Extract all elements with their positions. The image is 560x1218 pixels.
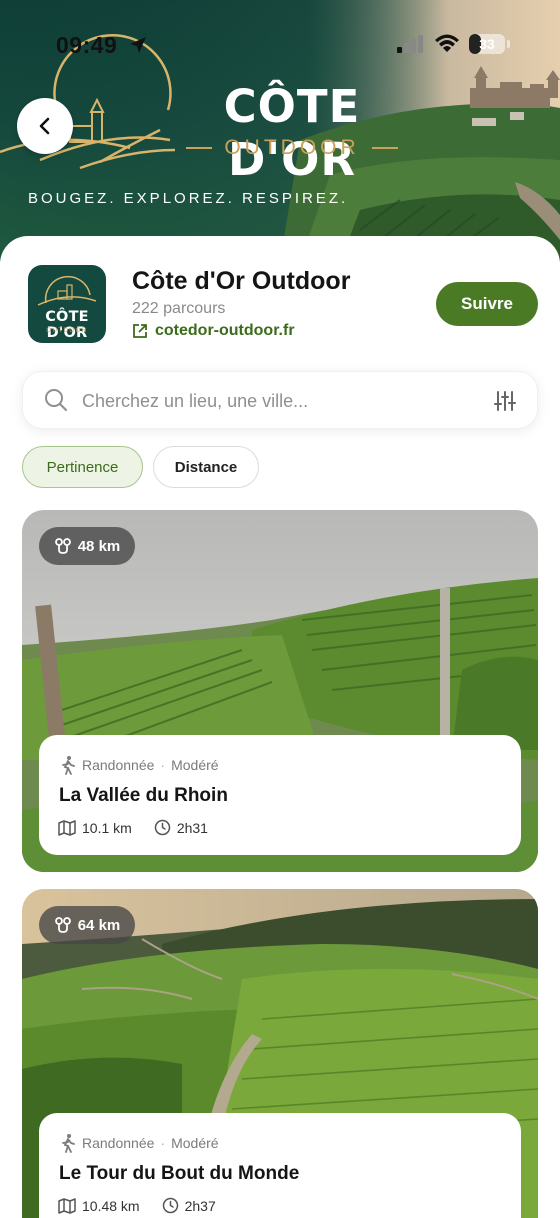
map-icon	[58, 1197, 76, 1214]
distance-badge-value: 64 km	[77, 916, 121, 934]
route-icon	[54, 538, 71, 554]
follow-button[interactable]: Suivre	[436, 282, 538, 326]
battery-percentage: 33	[479, 36, 495, 52]
filter-sliders-icon[interactable]	[493, 389, 517, 413]
trail-meta: Randonnée · Modéré	[60, 1133, 219, 1153]
activity-type: Randonnée	[82, 1135, 155, 1151]
map-icon	[58, 819, 76, 836]
separator-dot: ·	[160, 1135, 166, 1151]
difficulty: Modéré	[171, 1135, 219, 1151]
trail-length: 10.48 km	[82, 1197, 140, 1214]
trail-card[interactable]: 48 km Randonnée · Modéré La Vallée du Rh…	[22, 510, 538, 872]
trail-duration: 2h37	[184, 1197, 216, 1214]
hero-banner: 09:49 33 CÔTE D'OR OUTDOOR BOUGEZ. EXPLO…	[0, 0, 560, 262]
difficulty: Modéré	[171, 757, 219, 773]
sort-chip-pertinence[interactable]: Pertinence	[22, 446, 143, 488]
route-icon	[54, 917, 71, 933]
external-link-icon	[133, 324, 147, 338]
trail-meta: Randonnée · Modéré	[60, 755, 219, 775]
trail-info-panel: Randonnée · Modéré Le Tour du Bout du Mo…	[39, 1113, 521, 1218]
trail-title: La Vallée du Rhoin	[59, 785, 228, 806]
trail-info-panel: Randonnée · Modéré La Vallée du Rhoin 10…	[39, 735, 521, 855]
trail-stats: 10.1 km 2h31	[58, 819, 208, 836]
hiker-icon	[62, 1134, 75, 1153]
search-bar[interactable]: Cherchez un lieu, une ville...	[22, 371, 538, 429]
cellular-signal-icon	[397, 35, 423, 53]
location-arrow-icon	[130, 37, 146, 53]
activity-type: Randonnée	[82, 757, 155, 773]
sort-chip-distance[interactable]: Distance	[153, 446, 259, 488]
distance-badge: 48 km	[39, 527, 135, 565]
content-sheet: CÔTE D'OR OUTDOOR Côte d'Or Outdoor 222 …	[0, 236, 560, 1218]
brand-title: CÔTE D'OR	[223, 80, 361, 186]
trail-list-screen: 09:49 33 CÔTE D'OR OUTDOOR BOUGEZ. EXPLO…	[0, 0, 560, 1218]
brand-subtitle-row: OUTDOOR	[186, 136, 399, 160]
divider-line	[186, 147, 213, 149]
trail-card[interactable]: 64 km Randonnée · Modéré Le Tour du Bout…	[22, 889, 538, 1218]
chevron-left-icon	[39, 117, 50, 135]
clock-icon	[162, 1197, 178, 1214]
clock-icon	[154, 819, 171, 836]
logo-title: CÔTE D'OR	[45, 309, 89, 341]
brand-subtitle: OUTDOOR	[224, 136, 360, 159]
distance-badge-value: 48 km	[77, 537, 121, 555]
battery-indicator: 33	[469, 34, 505, 54]
divider-line	[371, 147, 399, 149]
logo-subtitle: OUTDOOR	[46, 328, 88, 334]
tagline: BOUGEZ. EXPLOREZ. RESPIREZ.	[28, 190, 349, 207]
battery-cap	[507, 40, 510, 48]
organization-name: Côte d'Or Outdoor	[132, 267, 351, 295]
trail-count: 222 parcours	[132, 300, 226, 317]
trail-stats: 10.48 km 2h37	[58, 1197, 216, 1214]
trail-length: 10.1 km	[82, 819, 132, 836]
search-input[interactable]: Cherchez un lieu, une ville...	[82, 391, 308, 412]
separator-dot: ·	[160, 757, 166, 773]
wifi-icon	[435, 34, 459, 52]
trail-duration: 2h31	[176, 819, 208, 836]
status-time: 09:49	[56, 32, 118, 58]
website-url: cotedor-outdoor.fr	[155, 322, 295, 339]
back-button[interactable]	[17, 98, 73, 154]
website-link[interactable]: cotedor-outdoor.fr	[132, 322, 295, 340]
distance-badge: 64 km	[39, 906, 135, 944]
organization-logo: CÔTE D'OR OUTDOOR	[28, 265, 106, 343]
status-indicators: 33	[397, 34, 510, 54]
search-icon	[45, 389, 67, 411]
trail-title: Le Tour du Bout du Monde	[59, 1163, 300, 1184]
hiker-icon	[62, 756, 75, 775]
